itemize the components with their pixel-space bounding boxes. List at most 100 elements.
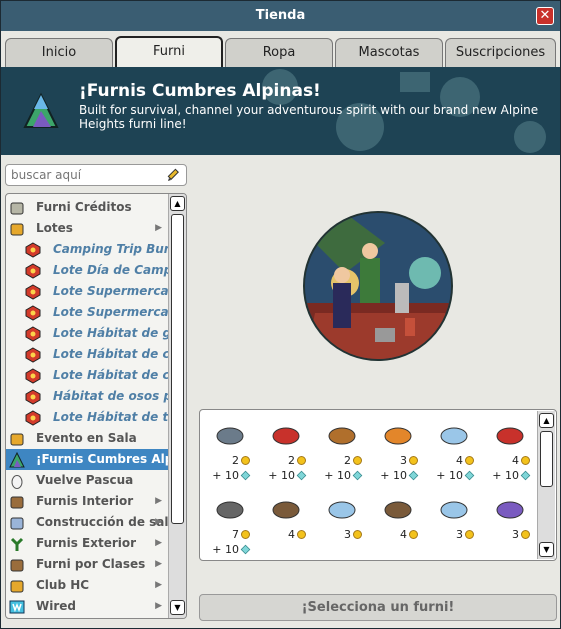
furni-item[interactable]: 2 + 10 <box>316 414 368 484</box>
scroll-down-icon[interactable]: ▼ <box>170 600 185 615</box>
tab-suscripciones[interactable]: Suscripciones <box>445 38 556 67</box>
diamond-price: + 10 <box>212 543 251 556</box>
search-box[interactable] <box>5 164 187 186</box>
category-item[interactable]: Evento en Sala <box>6 428 168 449</box>
subcategory-item[interactable]: Lote Supermercado <box>6 302 168 323</box>
category-item[interactable]: Club HC ▶ <box>6 575 168 596</box>
category-item[interactable]: Furnis Exterior ▶ <box>6 533 168 554</box>
category-scrollbar[interactable]: ▲ ▼ <box>168 194 186 618</box>
coins-stack-icon <box>9 200 25 216</box>
furni-item[interactable]: 4 <box>260 488 312 558</box>
category-label: Furni Créditos <box>36 200 132 214</box>
furni-item[interactable]: 7 + 10 <box>204 488 256 558</box>
category-label: Lote Hábitat de cachorros <box>53 347 168 361</box>
diamond-icon <box>464 470 475 481</box>
category-label: Camping Trip Bundle <box>53 242 168 256</box>
window-title: Tienda <box>255 8 306 23</box>
category-label: ¡Furnis Cumbres Alpinas! <box>36 452 168 466</box>
subcategory-item[interactable]: Lote Hábitat de terrier <box>6 407 168 428</box>
coin-icon <box>297 530 306 539</box>
chevron-right-icon: ▶ <box>155 496 162 506</box>
subcategory-item[interactable]: Hábitat de osos polares <box>6 386 168 407</box>
search-input[interactable] <box>6 165 156 185</box>
select-furni-button[interactable]: ¡Selecciona un furni! <box>199 594 557 621</box>
credit-price: 3 <box>456 528 474 541</box>
wired-icon <box>9 599 25 615</box>
furni-item[interactable]: 3 + 10 <box>372 414 424 484</box>
banner-description: Built for survival, channel your adventu… <box>79 103 539 131</box>
category-item[interactable]: Vuelve Pascua <box>6 470 168 491</box>
furni-item[interactable]: 4 + 10 <box>484 414 536 484</box>
category-label: Vuelve Pascua <box>36 473 134 487</box>
bundle-hex-icon <box>25 389 41 405</box>
diamond-icon <box>408 470 419 481</box>
furni-item[interactable]: 3 <box>428 488 480 558</box>
furni-item[interactable]: 4 + 10 <box>428 414 480 484</box>
category-label: Furnis Exterior <box>36 536 137 550</box>
bundle-hex-icon <box>25 410 41 426</box>
blue-mat-icon <box>438 494 470 522</box>
category-label: Lotes <box>36 221 73 235</box>
furni-item[interactable]: 3 <box>316 488 368 558</box>
lavender-icon <box>494 494 526 522</box>
tab-inicio[interactable]: Inicio <box>5 38 113 67</box>
category-item[interactable]: Furni Créditos <box>6 197 168 218</box>
wooden-fence-icon <box>270 494 302 522</box>
category-item[interactable]: Lotes ▶ <box>6 218 168 239</box>
campfire-food-icon <box>326 420 358 448</box>
subcategory-item[interactable]: Lote Hábitat de gatitos <box>6 323 168 344</box>
category-item[interactable]: Furni por Clases ▶ <box>6 554 168 575</box>
furni-item[interactable]: 2 + 10 <box>204 414 256 484</box>
chevron-right-icon: ▶ <box>155 223 162 233</box>
chevron-right-icon: ▶ <box>155 601 162 611</box>
close-icon[interactable]: ✕ <box>536 7 554 25</box>
window-titlebar[interactable]: Tienda ✕ <box>1 1 560 31</box>
coin-icon <box>353 530 362 539</box>
catalog-window: Tienda ✕ Inicio Furni Ropa Mascotas Susc… <box>0 0 561 629</box>
category-item[interactable]: Wired ▶ <box>6 596 168 617</box>
subcategory-item[interactable]: Lote Hábitat de cerditos <box>6 365 168 386</box>
subcategory-item[interactable]: Lote Supermercado <box>6 281 168 302</box>
subcategory-item[interactable]: Lote Día de Camping <box>6 260 168 281</box>
bundle-hex-icon <box>25 347 41 363</box>
diamond-price: + 10 <box>380 469 419 482</box>
furni-item[interactable]: 4 <box>372 488 424 558</box>
scroll-down-icon[interactable]: ▼ <box>539 542 554 557</box>
bundle-icon <box>9 221 25 237</box>
bundle-hex-icon <box>25 368 41 384</box>
credit-price: 3 <box>400 454 418 467</box>
furni-item[interactable]: 3 <box>484 488 536 558</box>
tab-furni[interactable]: Furni <box>115 36 223 67</box>
first-aid-kit-icon <box>494 420 526 448</box>
scroll-up-icon[interactable]: ▲ <box>539 413 554 428</box>
scroll-thumb[interactable] <box>540 431 553 487</box>
pencil-icon[interactable] <box>166 167 182 183</box>
category-list: Furni Créditos Lotes ▶ Camping Trip Bundle L… <box>5 193 187 619</box>
category-item[interactable]: Construcción de salas▶ <box>6 512 168 533</box>
subcategory-item[interactable]: Camping Trip Bundle <box>6 239 168 260</box>
scroll-thumb[interactable] <box>171 214 184 524</box>
category-label: Lote Supermercado <box>53 284 168 298</box>
chevron-right-icon: ▶ <box>155 580 162 590</box>
tab-ropa[interactable]: Ropa <box>225 38 333 67</box>
category-item[interactable]: Furnis Interior ▶ <box>6 491 168 512</box>
category-item[interactable]: ¡Furnis Cumbres Alpinas! <box>6 449 168 470</box>
credit-price: 2 <box>344 454 362 467</box>
ice-blocks-icon <box>326 494 358 522</box>
diamond-price: + 10 <box>324 469 363 482</box>
category-label: Construcción de salas <box>36 515 168 529</box>
credit-price: 4 <box>456 454 474 467</box>
chevron-right-icon: ▶ <box>155 517 162 527</box>
scroll-up-icon[interactable]: ▲ <box>170 196 185 211</box>
mountain-icon <box>9 451 25 468</box>
subcategory-item[interactable]: Lote Hábitat de cachorros <box>6 344 168 365</box>
tab-mascotas[interactable]: Mascotas <box>335 38 443 67</box>
hc-icon <box>9 578 25 594</box>
category-label: Lote Día de Camping <box>53 263 168 277</box>
chair-icon <box>9 494 25 510</box>
credit-price: 4 <box>288 528 306 541</box>
furni-item[interactable]: 2 + 10 <box>260 414 312 484</box>
items-scrollbar[interactable]: ▲ ▼ <box>537 411 555 559</box>
diamond-price: + 10 <box>436 469 475 482</box>
diamond-icon <box>240 544 251 555</box>
